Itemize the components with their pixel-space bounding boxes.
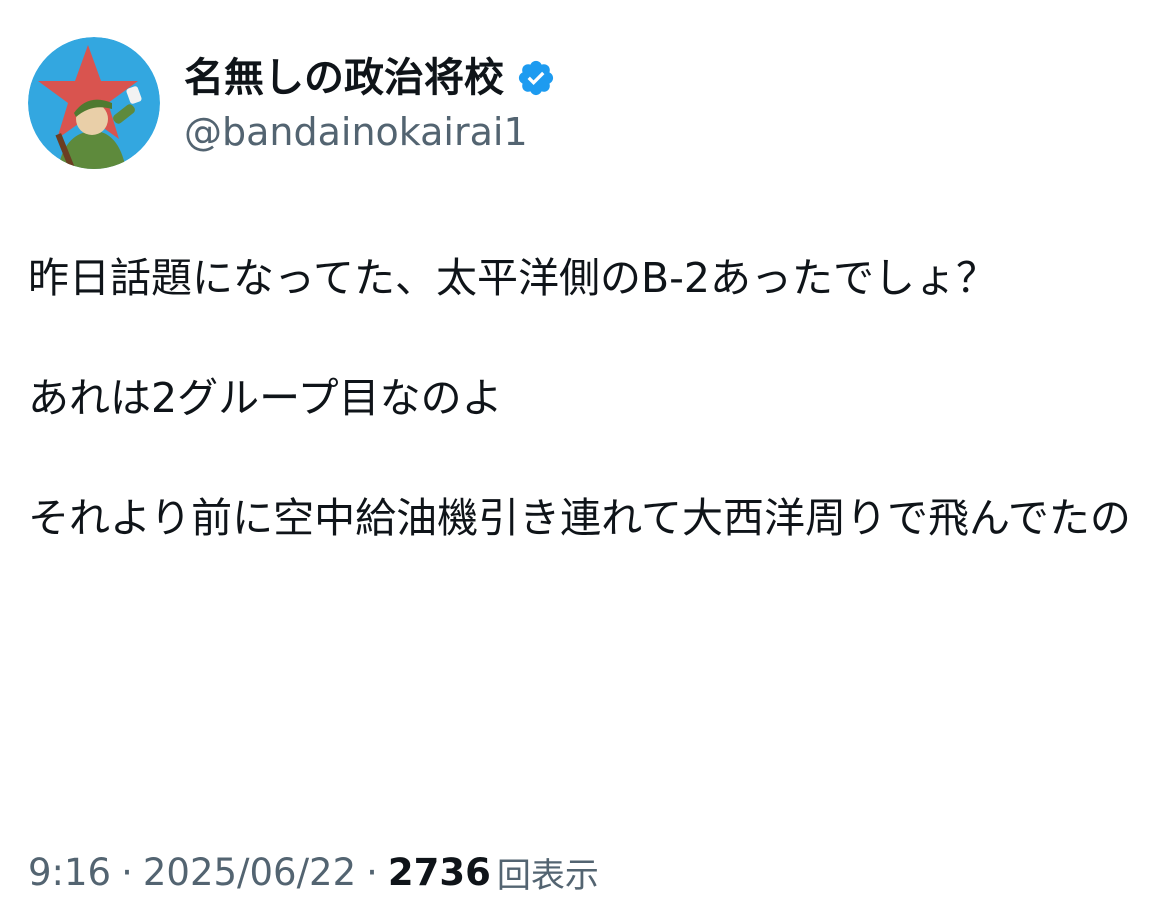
views-label: 回表示	[496, 855, 599, 896]
tweet-time[interactable]: 9:16	[28, 851, 111, 894]
display-name-row: 名無しの政治将校	[184, 52, 556, 104]
tweet-text: 昨日話題になってた、太平洋側のB-2あったでしょ？ あれは2グループ目なのよ そ…	[28, 248, 1138, 548]
tweet-date[interactable]: 2025/06/22	[143, 851, 356, 894]
tweet-meta: 9:16 · 2025/06/22 · 2736 回表示	[28, 846, 599, 898]
soldier-avatar-icon	[28, 37, 160, 169]
tweet-paragraph: 昨日話題になってた、太平洋側のB-2あったでしょ？	[28, 254, 997, 302]
tweet-paragraph: あれは2グループ目なのよ	[28, 374, 503, 422]
verified-badge-icon[interactable]	[516, 58, 556, 98]
tweet-paragraph: それより前に空中給油機引き連れて大西洋周りで飛んでたの	[28, 494, 1131, 542]
display-name[interactable]: 名無しの政治将校	[184, 52, 504, 104]
views-count[interactable]: 2736	[388, 851, 491, 894]
user-handle[interactable]: @bandainokairai1	[184, 108, 528, 156]
meta-separator: ·	[121, 850, 133, 894]
user-avatar[interactable]	[28, 37, 160, 169]
meta-separator: ·	[366, 850, 378, 894]
